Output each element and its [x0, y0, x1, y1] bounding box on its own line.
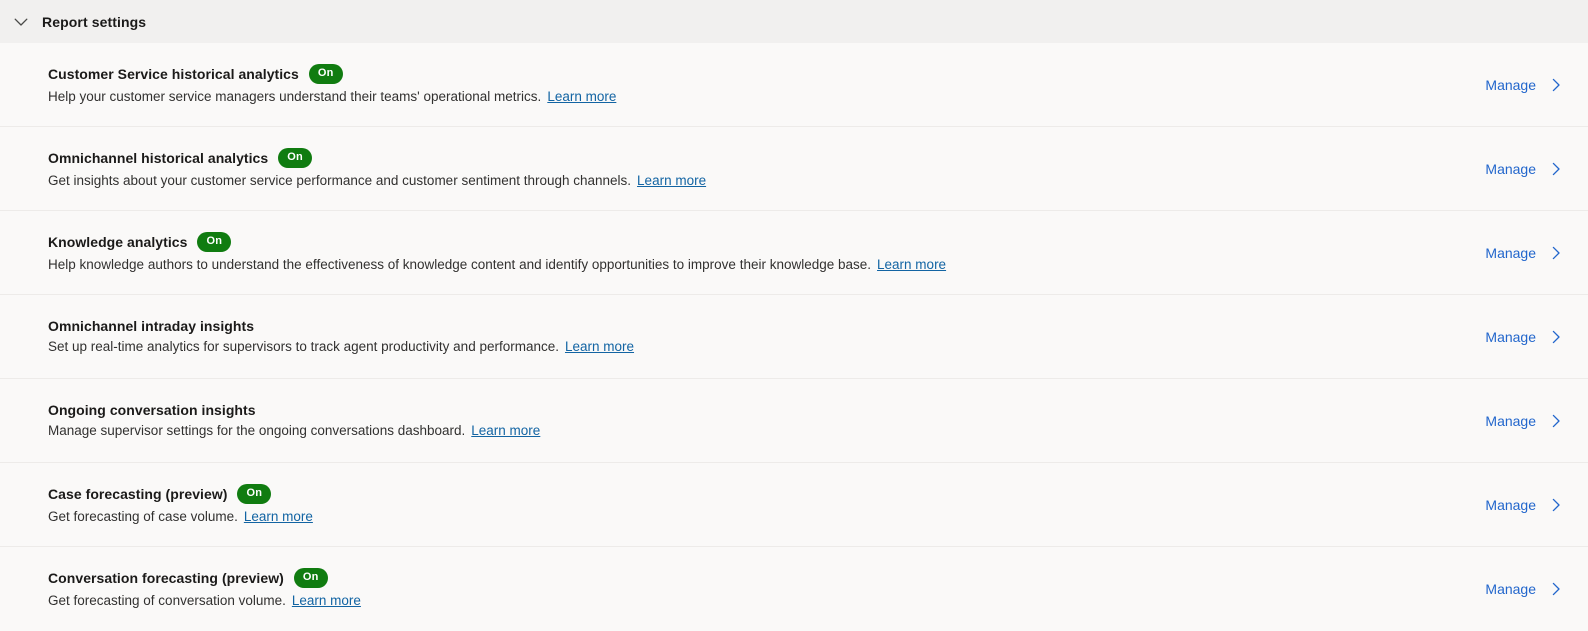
setting-description: Manage supervisor settings for the ongoi… — [48, 422, 540, 440]
report-settings-list: Customer Service historical analytics On… — [0, 43, 1588, 631]
manage-label: Manage — [1485, 244, 1536, 261]
manage-label: Manage — [1485, 496, 1536, 513]
manage-label: Manage — [1485, 581, 1536, 597]
table-row: Omnichannel intraday insights Set up rea… — [0, 295, 1588, 379]
description-text: Get forecasting of case volume. — [48, 508, 238, 524]
status-badge: On — [278, 147, 312, 168]
row-title-line: Case forecasting (preview) On — [48, 483, 313, 504]
table-row: Ongoing conversation insights Manage sup… — [0, 379, 1588, 463]
row-content: Knowledge analytics On Help knowledge au… — [48, 231, 946, 274]
setting-title: Ongoing conversation insights — [48, 401, 256, 418]
manage-label: Manage — [1485, 328, 1536, 345]
chevron-right-icon — [1548, 413, 1564, 429]
setting-title: Conversation forecasting (preview) — [48, 570, 284, 586]
learn-more-link[interactable]: Learn more — [547, 89, 616, 104]
setting-title: Customer Service historical analytics — [48, 65, 299, 82]
learn-more-link[interactable]: Learn more — [292, 593, 361, 608]
learn-more-link[interactable]: Learn more — [877, 257, 946, 272]
row-title-line: Knowledge analytics On — [48, 231, 946, 252]
learn-more-link[interactable]: Learn more — [637, 173, 706, 188]
setting-description: Help your customer service managers unde… — [48, 88, 616, 106]
row-title-line: Customer Service historical analytics On — [48, 63, 616, 84]
table-row: Omnichannel historical analytics On Get … — [0, 127, 1588, 211]
manage-button[interactable]: Manage — [1469, 497, 1564, 513]
page-title: Report settings — [42, 13, 147, 30]
status-badge: On — [197, 231, 232, 252]
manage-button[interactable]: Manage — [1469, 329, 1564, 345]
status-badge: On — [308, 63, 343, 84]
row-content: Customer Service historical analytics On… — [48, 63, 616, 106]
setting-description: Set up real-time analytics for superviso… — [48, 338, 634, 356]
table-row: Conversation forecasting (preview) On Ge… — [0, 547, 1588, 631]
setting-title: Omnichannel intraday insights — [48, 317, 255, 334]
row-content: Omnichannel historical analytics On Get … — [48, 147, 706, 190]
manage-label: Manage — [1485, 76, 1536, 93]
manage-button[interactable]: Manage — [1469, 161, 1564, 177]
description-text: Get insights about your customer service… — [48, 172, 632, 188]
description-text: Manage supervisor settings for the ongoi… — [48, 422, 466, 438]
row-content: Omnichannel intraday insights Set up rea… — [48, 318, 634, 356]
table-row: Customer Service historical analytics On… — [0, 43, 1588, 127]
chevron-right-icon — [1548, 245, 1564, 261]
row-title-line: Omnichannel intraday insights — [48, 318, 634, 334]
manage-label: Manage — [1485, 160, 1536, 177]
chevron-right-icon — [1548, 497, 1564, 513]
description-text: Help knowledge authors to understand the… — [48, 256, 872, 272]
learn-more-link[interactable]: Learn more — [471, 423, 540, 438]
row-title-line: Ongoing conversation insights — [48, 402, 540, 418]
manage-button[interactable]: Manage — [1469, 581, 1564, 597]
status-badge: On — [293, 568, 328, 588]
setting-title: Omnichannel historical analytics — [48, 149, 269, 166]
description-text: Help your customer service managers unde… — [48, 88, 542, 104]
chevron-right-icon — [1548, 77, 1564, 93]
chevron-down-icon — [13, 14, 29, 30]
table-row: Knowledge analytics On Help knowledge au… — [0, 211, 1588, 295]
row-title-line: Conversation forecasting (preview) On — [48, 568, 361, 588]
status-badge: On — [237, 483, 272, 504]
manage-button[interactable]: Manage — [1469, 413, 1564, 429]
collapse-section-button[interactable] — [8, 9, 34, 35]
table-row: Case forecasting (preview) On Get foreca… — [0, 463, 1588, 547]
manage-button[interactable]: Manage — [1469, 77, 1564, 93]
learn-more-link[interactable]: Learn more — [565, 339, 634, 354]
report-settings-header: Report settings — [0, 0, 1588, 43]
manage-button[interactable]: Manage — [1469, 245, 1564, 261]
row-content: Case forecasting (preview) On Get foreca… — [48, 483, 313, 526]
setting-description: Get forecasting of conversation volume. L… — [48, 592, 361, 610]
chevron-right-icon — [1548, 581, 1564, 597]
row-title-line: Omnichannel historical analytics On — [48, 147, 706, 168]
setting-description: Help knowledge authors to understand the… — [48, 256, 946, 274]
description-text: Get forecasting of conversation volume. — [48, 593, 286, 608]
chevron-right-icon — [1548, 161, 1564, 177]
setting-description: Get insights about your customer service… — [48, 172, 706, 190]
learn-more-link[interactable]: Learn more — [244, 509, 313, 524]
setting-title: Knowledge analytics — [48, 233, 188, 250]
description-text: Set up real-time analytics for superviso… — [48, 338, 559, 354]
setting-description: Get forecasting of case volume. Learn mor… — [48, 508, 313, 526]
setting-title: Case forecasting (preview) — [48, 485, 228, 502]
row-content: Conversation forecasting (preview) On Ge… — [48, 568, 361, 610]
row-content: Ongoing conversation insights Manage sup… — [48, 402, 540, 440]
chevron-right-icon — [1548, 329, 1564, 345]
manage-label: Manage — [1485, 412, 1536, 429]
